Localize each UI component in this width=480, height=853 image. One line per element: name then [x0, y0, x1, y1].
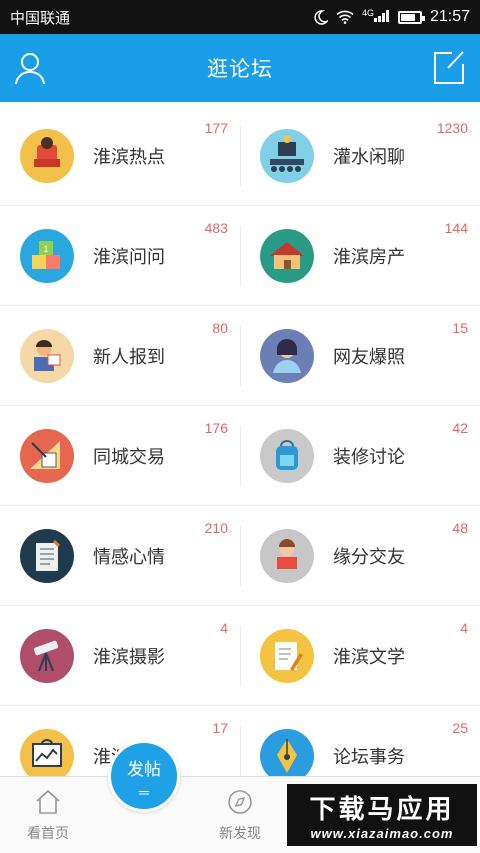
forum-item[interactable]: 缘分交友 48: [240, 506, 480, 606]
forum-post-count: 80: [212, 320, 228, 336]
forum-row: 同城交易 176 装修讨论 42: [0, 406, 480, 506]
home-icon: [36, 789, 60, 814]
page-title: 逛论坛: [207, 58, 273, 81]
app-header: 逛论坛: [0, 34, 480, 102]
status-icons: 4G 21:57: [313, 8, 470, 26]
chart-board-icon: [20, 729, 74, 783]
menu-lines-icon: ═: [139, 783, 149, 800]
column-divider: [240, 226, 241, 286]
compose-button[interactable]: [432, 50, 466, 86]
forum-label: 论坛事务: [333, 747, 405, 767]
portrait-icon: [260, 329, 314, 383]
forum-post-count: 177: [204, 120, 228, 136]
forum-post-count: 42: [452, 420, 468, 436]
house-icon: [260, 229, 314, 283]
user-icon: [15, 53, 45, 85]
battery-icon: [397, 10, 425, 24]
forum-label: 淮滨问问: [93, 247, 165, 267]
column-divider: [240, 626, 241, 686]
forum-label: 淮滨热点: [93, 147, 165, 167]
forum-post-count: 4: [220, 620, 228, 636]
forum-item[interactable]: 装修讨论 42: [240, 406, 480, 506]
forum-row: 淮滨摄影 4 淮滨文学 4: [0, 606, 480, 706]
speaker-crowd-icon: [260, 129, 314, 183]
forum-item[interactable]: 网友爆照 15: [240, 306, 480, 406]
network-type: 4G: [361, 8, 374, 18]
carrier-name: 中国联通: [10, 9, 71, 27]
clock: 21:57: [429, 8, 470, 25]
forum-label: 淮滨房产: [333, 247, 405, 267]
post-button[interactable]: 发帖 ═: [108, 740, 180, 812]
tab-discover[interactable]: 新发现: [192, 787, 288, 843]
cellular-signal-icon: 4G: [362, 8, 390, 26]
column-divider: [240, 326, 241, 386]
tab-home[interactable]: 看首页: [0, 787, 96, 843]
wifi-icon: [336, 10, 354, 24]
forum-post-count: 17: [212, 720, 228, 736]
girl-reading-icon: [260, 529, 314, 583]
watermark-logo: 下载马应用 www.xiazaimao.com: [287, 784, 477, 846]
status-bar: 中国联通 4G 21:57: [0, 0, 480, 34]
forum-item[interactable]: 淮滨文学 4: [240, 606, 480, 706]
forum-label: 同城交易: [93, 447, 165, 467]
column-divider: [240, 526, 241, 586]
forum-row: 新人报到 80 网友爆照 15: [0, 306, 480, 406]
forum-row: 情感心情 210 缘分交友 48: [0, 506, 480, 606]
user-button[interactable]: [14, 50, 46, 86]
newcomer-icon: [20, 329, 74, 383]
compass-icon: [228, 790, 252, 814]
forum-post-count: 210: [204, 520, 228, 536]
forum-post-count: 144: [444, 220, 468, 236]
forum-post-count: 4: [460, 620, 468, 636]
forum-label: 装修讨论: [333, 447, 405, 467]
forum-row: 淮滨热点 177 灌水闲聊 1230: [0, 106, 480, 206]
forum-label: 灌水闲聊: [333, 147, 405, 167]
backpack-icon: [260, 429, 314, 483]
forum-label: 淮滨文学: [333, 647, 405, 667]
column-divider: [240, 126, 241, 186]
telescope-icon: [20, 629, 74, 683]
forum-grid: 淮滨热点 177 灌水闲聊 1230 1 淮滨问问 483 淮滨房产 144 新人报到 80 网友爆照…: [0, 106, 480, 806]
post-button-label: 发帖: [127, 759, 161, 779]
forum-label: 新人报到: [93, 347, 165, 367]
watermark-title: 下载马应用: [309, 794, 455, 824]
tab-discover-label: 新发现: [219, 825, 261, 841]
forum-label: 情感心情: [93, 547, 165, 567]
forum-row: 1 淮滨问问 483 淮滨房产 144: [0, 206, 480, 306]
forum-label: 缘分交友: [333, 547, 405, 567]
forum-item[interactable]: 同城交易 176: [0, 406, 240, 506]
abc-blocks-icon: 1: [20, 229, 74, 283]
forum-label: 淮滨摄影: [93, 647, 165, 667]
forum-item[interactable]: 灌水闲聊 1230: [240, 106, 480, 206]
ruler-tools-icon: [20, 429, 74, 483]
watermark-url: www.xiazaimao.com: [310, 826, 454, 841]
forum-item[interactable]: 1 淮滨问问 483: [0, 206, 240, 306]
forum-post-count: 176: [204, 420, 228, 436]
forum-item[interactable]: 新人报到 80: [0, 306, 240, 406]
forum-post-count: 1230: [436, 120, 468, 136]
reading-person-icon: [20, 129, 74, 183]
forum-item[interactable]: 情感心情 210: [0, 506, 240, 606]
forum-post-count: 483: [204, 220, 228, 236]
battery-level: [400, 13, 416, 21]
forum-post-count: 48: [452, 520, 468, 536]
forum-item[interactable]: 淮滨热点 177: [0, 106, 240, 206]
forum-item[interactable]: 淮滨房产 144: [240, 206, 480, 306]
column-divider: [240, 426, 241, 486]
notepad-icon: [20, 529, 74, 583]
forum-item[interactable]: 淮滨摄影 4: [0, 606, 240, 706]
fountain-pen-icon: [260, 729, 314, 783]
svg-text:1: 1: [43, 244, 48, 254]
forum-post-count: 25: [452, 720, 468, 736]
tab-home-label: 看首页: [27, 825, 69, 841]
compose-icon: [434, 51, 464, 84]
forum-post-count: 15: [452, 320, 468, 336]
forum-label: 网友爆照: [333, 347, 405, 367]
moon-icon: [314, 9, 328, 25]
paper-pen-icon: [260, 629, 314, 683]
